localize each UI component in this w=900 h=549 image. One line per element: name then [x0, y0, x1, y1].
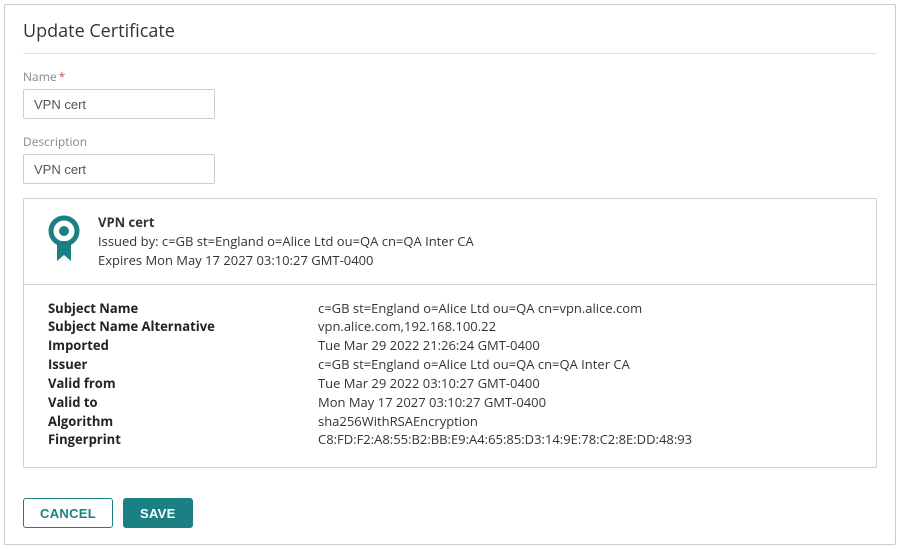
detail-subject-name: Subject Name c=GB st=England o=Alice Ltd…	[48, 299, 852, 318]
detail-value: sha256WithRSAEncryption	[318, 412, 852, 431]
name-label-text: Name	[23, 68, 57, 85]
detail-label: Issuer	[48, 355, 318, 374]
cancel-button[interactable]: CANCEL	[23, 498, 113, 528]
description-label: Description	[23, 133, 877, 150]
detail-label: Subject Name Alternative	[48, 317, 318, 336]
description-field: Description	[23, 133, 877, 184]
required-indicator: *	[59, 68, 66, 85]
detail-value: C8:FD:F2:A8:55:B2:BB:E9:A4:65:85:D3:14:9…	[318, 430, 852, 449]
detail-valid-to: Valid to Mon May 17 2027 03:10:27 GMT-04…	[48, 393, 852, 412]
detail-issuer: Issuer c=GB st=England o=Alice Ltd ou=QA…	[48, 355, 852, 374]
detail-label: Algorithm	[48, 412, 318, 431]
detail-value: Mon May 17 2027 03:10:27 GMT-0400	[318, 393, 852, 412]
detail-value: c=GB st=England o=Alice Ltd ou=QA cn=QA …	[318, 355, 852, 374]
name-label: Name*	[23, 68, 877, 85]
detail-label: Subject Name	[48, 299, 318, 318]
detail-value: c=GB st=England o=Alice Ltd ou=QA cn=vpn…	[318, 299, 852, 318]
certificate-header: VPN cert Issued by: c=GB st=England o=Al…	[24, 199, 876, 284]
update-certificate-panel: Update Certificate Name* Description VPN…	[4, 4, 896, 545]
certificate-issued-by: Issued by: c=GB st=England o=Alice Ltd o…	[98, 232, 474, 251]
detail-subject-alt: Subject Name Alternative vpn.alice.com,1…	[48, 317, 852, 336]
detail-label: Fingerprint	[48, 430, 318, 449]
description-input[interactable]	[23, 154, 215, 184]
certificate-header-text: VPN cert Issued by: c=GB st=England o=Al…	[98, 213, 474, 270]
detail-algorithm: Algorithm sha256WithRSAEncryption	[48, 412, 852, 431]
certificate-details: Subject Name c=GB st=England o=Alice Ltd…	[24, 285, 876, 468]
name-field: Name*	[23, 68, 877, 119]
detail-valid-from: Valid from Tue Mar 29 2022 03:10:27 GMT-…	[48, 374, 852, 393]
detail-value: Tue Mar 29 2022 03:10:27 GMT-0400	[318, 374, 852, 393]
name-input[interactable]	[23, 89, 215, 119]
detail-value: vpn.alice.com,192.168.100.22	[318, 317, 852, 336]
action-bar: CANCEL SAVE	[23, 498, 877, 528]
detail-label: Valid to	[48, 393, 318, 412]
detail-label: Imported	[48, 336, 318, 355]
save-button[interactable]: SAVE	[123, 498, 193, 528]
detail-imported: Imported Tue Mar 29 2022 21:26:24 GMT-04…	[48, 336, 852, 355]
detail-fingerprint: Fingerprint C8:FD:F2:A8:55:B2:BB:E9:A4:6…	[48, 430, 852, 449]
certificate-ribbon-icon	[46, 215, 82, 267]
page-title: Update Certificate	[23, 19, 877, 54]
detail-label: Valid from	[48, 374, 318, 393]
certificate-expires: Expires Mon May 17 2027 03:10:27 GMT-040…	[98, 251, 474, 270]
detail-value: Tue Mar 29 2022 21:26:24 GMT-0400	[318, 336, 852, 355]
certificate-name: VPN cert	[98, 213, 474, 232]
certificate-box: VPN cert Issued by: c=GB st=England o=Al…	[23, 198, 877, 468]
